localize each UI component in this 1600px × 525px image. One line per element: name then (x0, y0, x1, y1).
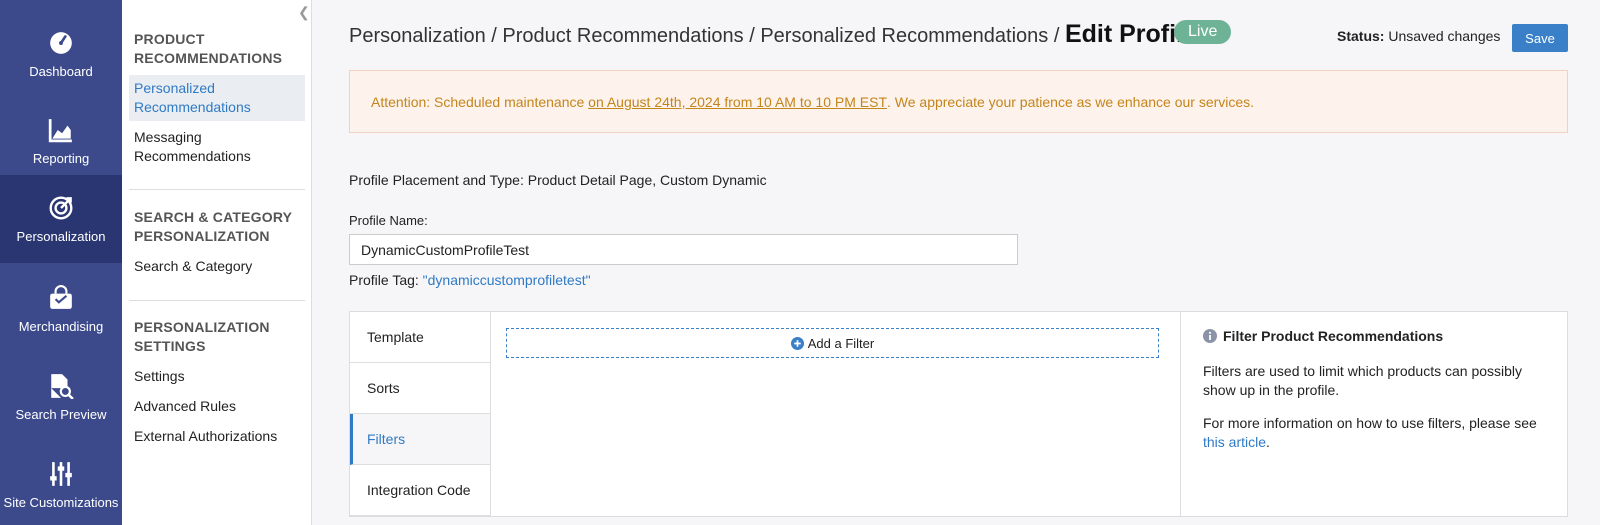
section-title-product-recommendations: PRODUCT RECOMMENDATIONS (134, 30, 282, 68)
subnav-item-personalized-recommendations[interactable]: Personalized Recommendations (129, 75, 305, 121)
profile-tag-value[interactable]: "dynamiccustomprofiletest" (423, 272, 591, 288)
collapse-chevron-icon[interactable]: ❮ (298, 4, 310, 21)
tab-sorts[interactable]: Sorts (350, 363, 491, 414)
profile-tag-label: Profile Tag: (349, 272, 423, 288)
rail-item-search-preview[interactable]: Search Preview (0, 353, 122, 441)
rail-item-dashboard[interactable]: Dashboard (0, 10, 122, 98)
plus-circle-icon (790, 336, 804, 350)
save-button[interactable]: Save (1512, 24, 1568, 52)
tab-template[interactable]: Template (350, 312, 491, 363)
chart-icon (48, 118, 72, 142)
nav-label-line: Messaging (134, 129, 202, 145)
subnav-item-settings[interactable]: Settings (134, 367, 185, 386)
breadcrumb-separator: / (485, 25, 503, 47)
gauge-icon (50, 31, 72, 54)
rail-item-personalization[interactable]: Personalization (0, 175, 122, 263)
subnav-item-search-category[interactable]: Search & Category (134, 257, 252, 276)
add-filter-label: Add a Filter (807, 335, 875, 351)
info-icon (1203, 329, 1217, 343)
profile-placement-type: Profile Placement and Type: Product Deta… (349, 172, 767, 188)
breadcrumb: Personalization / Product Recommendation… (349, 20, 1197, 49)
breadcrumb-personalization[interactable]: Personalization (349, 25, 486, 47)
nav-label-line: Recommendations (134, 148, 251, 164)
target-icon (49, 196, 73, 219)
icon-rail: Dashboard Reporting Personalization Merc… (0, 0, 122, 525)
add-filter-button[interactable]: Add a Filter (506, 328, 1159, 358)
rail-label: Site Customizations (3, 494, 119, 510)
profile-name-label: Profile Name: (349, 213, 428, 228)
alert-date-link[interactable]: on August 24th, 2024 from 10 AM to 10 PM… (588, 94, 887, 110)
section-title-line: SETTINGS (134, 338, 206, 354)
help-description: Filters are used to limit which products… (1203, 363, 1523, 398)
status-value: Unsaved changes (1388, 28, 1501, 44)
rail-label: Search Preview (15, 406, 107, 422)
help-more-info: For more information on how to use filte… (1203, 414, 1555, 452)
help-title: Filter Product Recommendations (1203, 328, 1443, 344)
section-title-line: RECOMMENDATIONS (134, 50, 283, 66)
section-title-line: PRODUCT (134, 31, 205, 47)
breadcrumb-separator: / (1048, 25, 1065, 47)
alert-suffix: . We appreciate your patience as we enha… (887, 93, 1255, 110)
breadcrumb-separator: / (743, 25, 761, 47)
save-status: Status: Unsaved changes (1337, 28, 1500, 44)
tab-filters[interactable]: Filters (350, 414, 491, 465)
sliders-icon (50, 461, 72, 486)
help-separator (1180, 312, 1181, 517)
subnav-item-advanced-rules[interactable]: Advanced Rules (134, 397, 236, 416)
section-title-line: PERSONALIZATION (134, 319, 270, 335)
rail-item-reporting[interactable]: Reporting (0, 97, 122, 185)
section-title-line: PERSONALIZATION (134, 228, 270, 244)
breadcrumb-product-recommendations[interactable]: Product Recommendations (502, 25, 743, 47)
rail-label: Reporting (32, 150, 90, 166)
help-article-link[interactable]: this article (1203, 434, 1266, 450)
rail-label: Personalization (16, 228, 106, 244)
rail-label: Merchandising (18, 318, 104, 334)
nav-label-line: Recommendations (134, 99, 251, 115)
tabs-separator (490, 312, 491, 517)
document-search-icon (51, 373, 74, 399)
subnav-item-external-authorizations[interactable]: External Authorizations (134, 427, 277, 446)
tab-integration-code[interactable]: Integration Code (350, 465, 491, 516)
alert-prefix: Attention: Scheduled maintenance (371, 93, 589, 110)
maintenance-alert: Attention: Scheduled maintenance on Augu… (349, 70, 1568, 133)
section-title-personalization-settings: PERSONALIZATION SETTINGS (134, 318, 270, 356)
live-status-badge: Live (1174, 20, 1232, 44)
rail-item-site-customizations[interactable]: Site Customizations (0, 441, 122, 525)
section-title-line: SEARCH & CATEGORY (134, 209, 293, 225)
help-title-text: Filter Product Recommendations (1223, 328, 1444, 344)
help-more-info-end: . (1266, 434, 1270, 450)
profile-tag: Profile Tag: "dynamiccustomprofiletest" (349, 272, 591, 288)
rail-item-merchandising[interactable]: Merchandising (0, 265, 122, 353)
profile-name-input[interactable] (349, 234, 1018, 265)
breadcrumb-personalized-recommendations[interactable]: Personalized Recommendations (760, 25, 1048, 47)
subnav-item-messaging-recommendations[interactable]: Messaging Recommendations (134, 128, 251, 166)
status-label: Status: (1337, 28, 1385, 44)
rail-label: Dashboard (29, 63, 93, 79)
shopping-bag-icon (50, 284, 72, 309)
section-title-search-category: SEARCH & CATEGORY PERSONALIZATION (134, 208, 292, 246)
nav-label-line: Personalized (134, 80, 215, 96)
nav-divider (129, 300, 305, 301)
help-more-info-text: For more information on how to use filte… (1203, 415, 1541, 431)
nav-divider (129, 189, 305, 190)
